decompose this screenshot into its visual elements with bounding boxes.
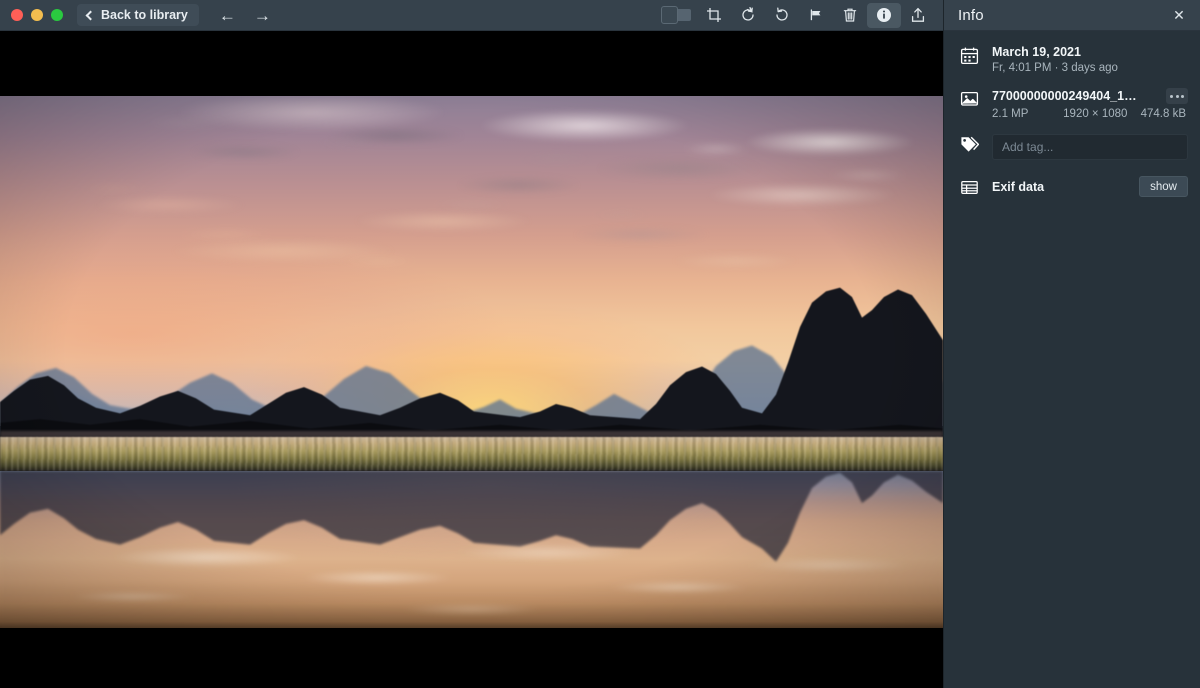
- date-title-line: March 19, 2021: [992, 45, 1188, 59]
- file-content: 77000000000249404_1… 2.1 MP 1920 × 1080 …: [992, 88, 1188, 120]
- file-name: 77000000000249404_1…: [992, 89, 1160, 103]
- toolbar: [655, 3, 935, 28]
- exif-row: Exif data show: [944, 160, 1200, 197]
- info-icon[interactable]: [867, 3, 901, 28]
- toggle-knob: [661, 6, 678, 24]
- file-dimensions: 1920 × 1080: [1050, 108, 1141, 120]
- close-icon[interactable]: ✕: [1167, 4, 1191, 26]
- photo-foreground-silhouette: [0, 282, 943, 442]
- file-metadata: 2.1 MP 1920 × 1080 474.8 kB: [992, 108, 1188, 120]
- titlebar: Back to library ← →: [0, 0, 943, 31]
- exif-label: Exif data: [992, 180, 1127, 194]
- photo-viewer[interactable]: [0, 96, 943, 628]
- file-size: 474.8 kB: [1141, 108, 1186, 120]
- dot: [1181, 95, 1184, 98]
- flag-icon[interactable]: [799, 3, 833, 28]
- rotate-right-icon[interactable]: [765, 3, 799, 28]
- export-icon[interactable]: [901, 3, 935, 28]
- chevron-left-icon: [86, 10, 96, 20]
- navigation-arrows: ← →: [219, 7, 271, 24]
- photo-water-reflection-clouds: [0, 471, 943, 628]
- file-row: 77000000000249404_1… 2.1 MP 1920 × 1080 …: [944, 74, 1200, 120]
- close-window-button[interactable]: [11, 9, 23, 21]
- dot: [1176, 95, 1179, 98]
- image-icon: [958, 88, 980, 108]
- toggle-switch-icon[interactable]: [655, 3, 697, 28]
- rotate-left-icon[interactable]: [731, 3, 765, 28]
- info-panel: Info ✕: [943, 0, 1200, 688]
- toggle-track: [661, 9, 691, 21]
- file-options-button[interactable]: [1166, 88, 1188, 104]
- info-panel-body: March 19, 2021 Fr, 4:01 PM · 3 days ago: [944, 31, 1200, 197]
- photo-grass-texture: [0, 437, 943, 471]
- date-row: March 19, 2021 Fr, 4:01 PM · 3 days ago: [944, 31, 1200, 74]
- previous-image-button[interactable]: ←: [219, 7, 236, 24]
- back-to-library-label: Back to library: [101, 8, 188, 22]
- crop-icon[interactable]: [697, 3, 731, 28]
- calendar-icon: [958, 45, 980, 65]
- tag-icon: [958, 134, 980, 154]
- back-to-library-button[interactable]: Back to library: [77, 4, 199, 26]
- table-icon: [958, 177, 980, 197]
- info-panel-title: Info: [958, 7, 1167, 24]
- file-megapixels: 2.1 MP: [992, 108, 1050, 120]
- maximize-window-button[interactable]: [51, 9, 63, 21]
- exif-show-button[interactable]: show: [1139, 176, 1188, 197]
- app-window: Back to library ← →: [0, 0, 1200, 688]
- date-subtitle: Fr, 4:01 PM · 3 days ago: [992, 62, 1188, 74]
- window-controls: [11, 9, 63, 21]
- tag-row: [944, 120, 1200, 160]
- minimize-window-button[interactable]: [31, 9, 43, 21]
- date-title: March 19, 2021: [992, 45, 1188, 59]
- date-content: March 19, 2021 Fr, 4:01 PM · 3 days ago: [992, 45, 1188, 74]
- info-panel-header: Info ✕: [944, 0, 1200, 31]
- file-title-line: 77000000000249404_1…: [992, 88, 1188, 104]
- next-image-button[interactable]: →: [254, 7, 271, 24]
- add-tag-input[interactable]: [992, 134, 1188, 160]
- trash-icon[interactable]: [833, 3, 867, 28]
- image-stage[interactable]: [0, 31, 943, 688]
- dot: [1170, 95, 1173, 98]
